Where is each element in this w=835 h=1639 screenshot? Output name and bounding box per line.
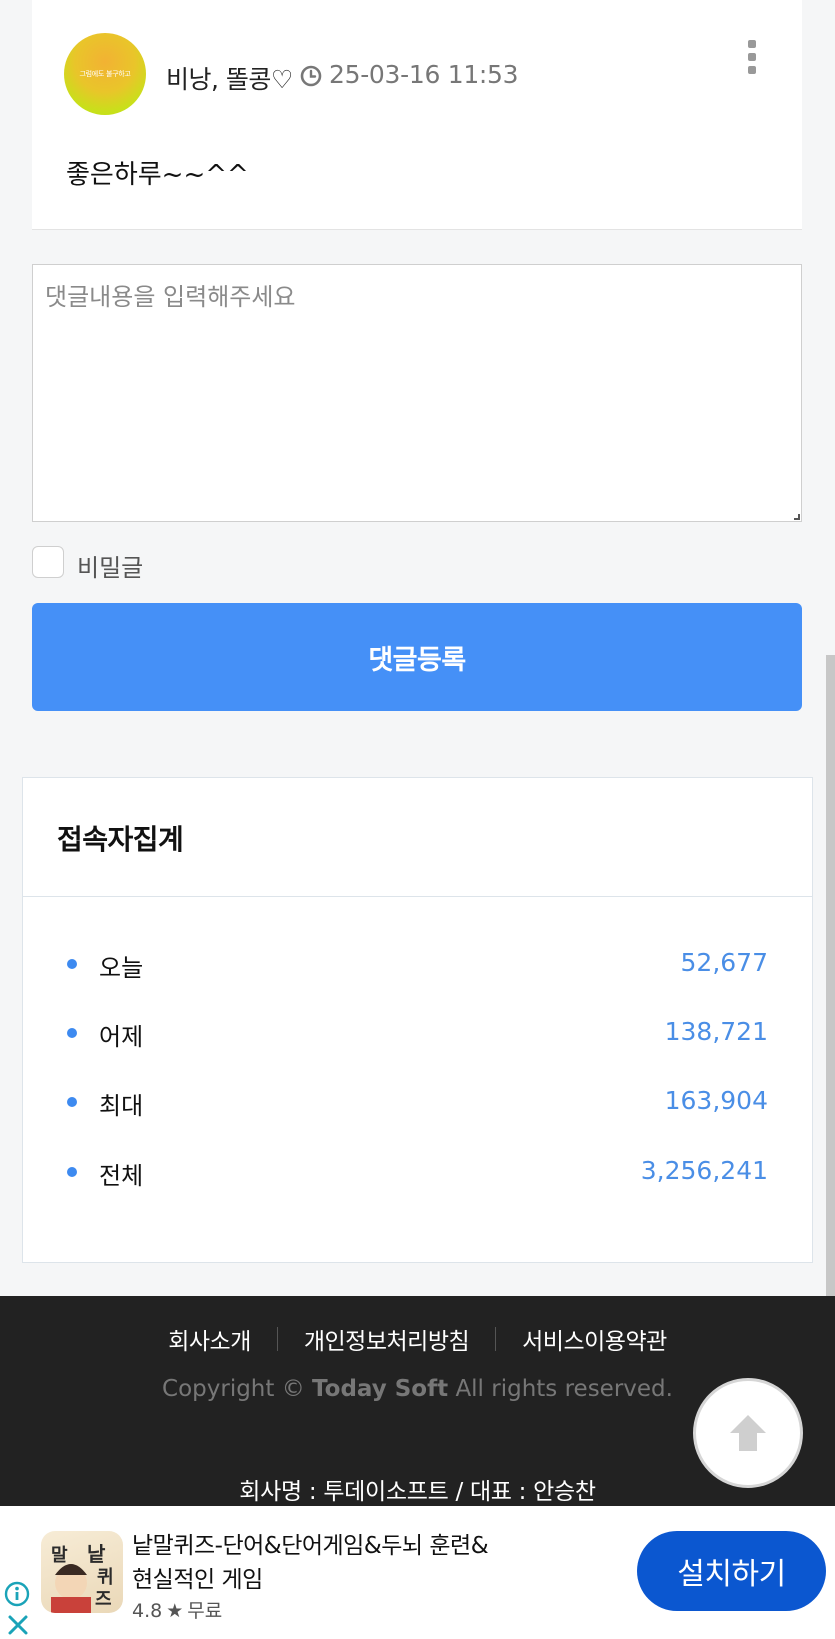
footer-link-about[interactable]: 회사소개 [168,1322,251,1356]
scroll-to-top-button[interactable] [693,1378,803,1488]
app-price: 무료 [187,1600,223,1622]
avatar[interactable]: 그럼에도 불구하고 [64,33,146,115]
stats-value: 163,904 [664,1086,768,1115]
copyright-prefix: Copyright © [162,1376,305,1402]
svg-text:즈: 즈 [95,1589,112,1610]
stats-value: 138,721 [664,1017,768,1046]
app-title-line2[interactable]: 현실적인 게임 [132,1560,263,1594]
star-icon: ★ [166,1600,184,1622]
comment-timestamp: 25-03-16 11:53 [329,60,519,89]
stats-row-max: 최대 163,904 [23,1083,812,1123]
footer-link-terms[interactable]: 서비스이용약관 [522,1322,667,1356]
app-icon-art: 낱 퀴 말 즈 [51,1542,114,1613]
rating-value: 4.8 [132,1600,163,1622]
secret-label[interactable]: 비밀글 [77,548,143,583]
bullet-icon [67,1097,77,1107]
secret-checkbox[interactable] [32,546,64,578]
bullet-icon [67,959,77,969]
comment-card: 그럼에도 불구하고 비낭, 똘콩♡ 25-03-16 11:53 좋은하루~~^… [32,0,802,230]
clock-icon [300,65,322,87]
svg-text:낱: 낱 [87,1542,106,1566]
stats-label: 전체 [99,1162,144,1190]
stats-label: 어제 [99,1023,144,1051]
svg-text:퀴: 퀴 [97,1567,114,1588]
ad-close-icon[interactable] [6,1613,30,1637]
copyright-brand: Today Soft [312,1376,449,1402]
stats-row-today: 오늘 52,677 [23,945,812,985]
footer-link-privacy[interactable]: 개인정보처리방침 [304,1322,470,1356]
footer-links: 회사소개 개인정보처리방침 서비스이용약관 [0,1322,835,1356]
app-icon[interactable]: 낱 퀴 말 즈 [41,1531,123,1613]
stats-row-total: 전체 3,256,241 [23,1153,812,1193]
app-rating: 4.8 ★ 무료 [132,1596,222,1623]
stats-value: 3,256,241 [640,1156,768,1185]
ad-banner[interactable]: 낱 퀴 말 즈 낱말퀴즈-단어&단어게임&두뇌 훈련& 현실적인 게임 4.8 ★… [0,1506,835,1639]
more-options-icon[interactable] [746,40,758,74]
visitor-stats-panel: 접속자집계 오늘 52,677 어제 138,721 최대 163,904 전체… [22,777,813,1263]
company-info: 회사명 : 투데이소프트 / 대표 : 안승찬 [239,1479,596,1505]
stats-row-yesterday: 어제 138,721 [23,1014,812,1054]
submit-comment-button[interactable]: 댓글등록 [32,603,802,711]
bullet-icon [67,1167,77,1177]
divider [23,896,812,897]
comment-body: 좋은하루~~^^ [66,160,249,190]
ad-info-icon[interactable] [4,1581,30,1607]
scrollbar[interactable] [826,655,835,1315]
visitor-stats-title: 접속자집계 [57,823,184,856]
divider [276,1327,278,1351]
stats-value: 52,677 [680,948,768,977]
arrow-up-icon [730,1415,766,1451]
stats-label: 오늘 [99,954,144,982]
comment-input[interactable] [32,264,802,522]
svg-text:말: 말 [51,1545,68,1566]
avatar-text: 그럼에도 불구하고 [79,70,131,78]
textarea-resize-handle[interactable] [794,514,800,520]
stats-label: 최대 [99,1092,144,1120]
copyright-suffix: All rights reserved. [455,1376,673,1402]
divider [495,1327,497,1351]
app-title-line1[interactable]: 낱말퀴즈-단어&단어게임&두뇌 훈련& [132,1526,489,1560]
install-button[interactable]: 설치하기 [637,1531,826,1611]
comment-author[interactable]: 비낭, 똘콩♡ [166,60,293,96]
bullet-icon [67,1028,77,1038]
